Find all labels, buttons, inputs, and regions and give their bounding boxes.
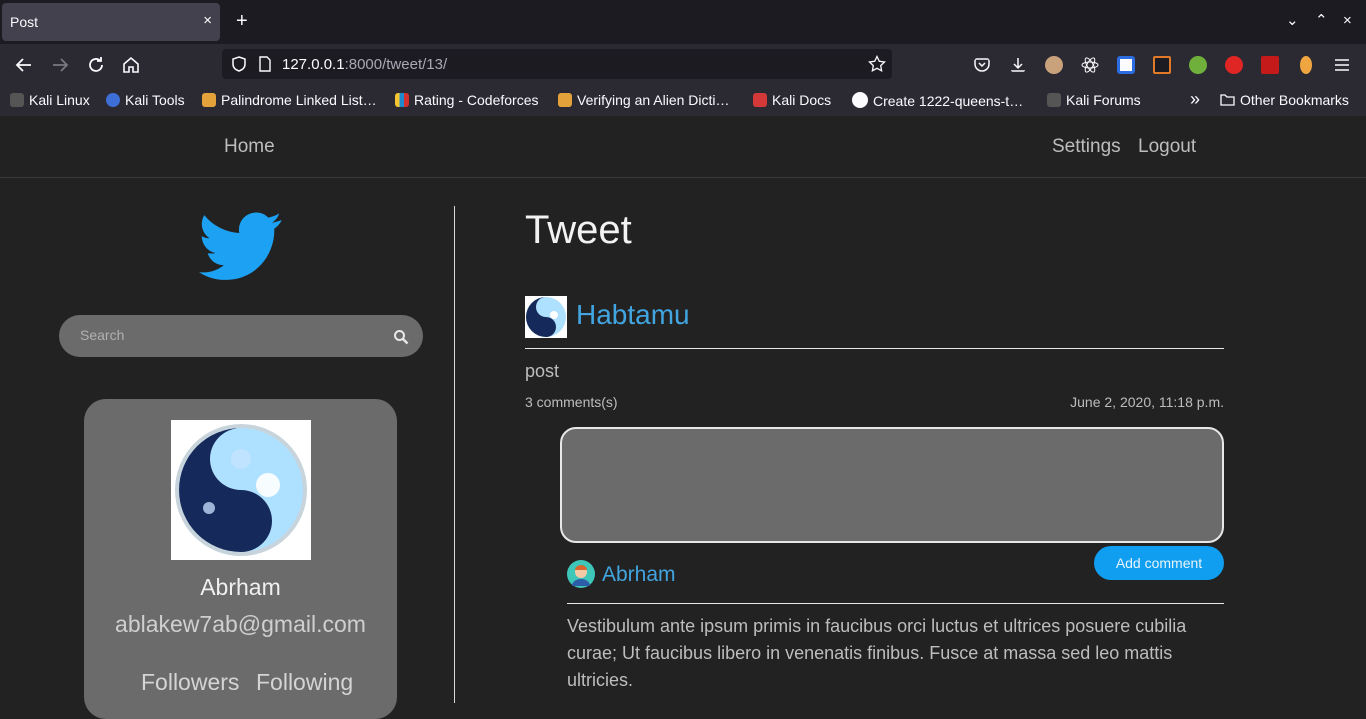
bookmark-star-icon[interactable] (868, 55, 886, 73)
url-text[interactable]: 127.0.0.1:8000/tweet/13/ (282, 56, 447, 73)
browser-tab[interactable]: Post × (2, 3, 220, 41)
menu-hamburger-icon[interactable] (1333, 56, 1351, 74)
tweet-text: post (525, 361, 560, 381)
other-bookmarks-label: Other Bookmarks (1240, 92, 1349, 108)
adblock-icon[interactable] (1225, 56, 1243, 74)
comment-text: Vestibulum ante ipsum primis in faucibus… (567, 616, 1187, 690)
bookmarks-bar: Kali Linux Kali Tools Palindrome Linked … (0, 86, 1366, 116)
tweet-author-avatar[interactable] (525, 296, 567, 338)
extension-square-icon[interactable] (1117, 56, 1135, 74)
comment-author-name[interactable]: Abrham (602, 563, 676, 587)
close-window-icon[interactable]: × (1343, 12, 1352, 30)
twitter-bird-logo-icon[interactable] (198, 212, 284, 282)
maximize-icon[interactable]: ⌃ (1315, 12, 1328, 30)
divider (525, 348, 1224, 349)
bookmark-label: Palindrome Linked List… (221, 92, 377, 108)
profile-email: ablakew7ab@gmail.com (115, 611, 366, 637)
comment-textarea[interactable] (560, 427, 1224, 543)
web-page: Home Settings Logout Search Abrham ablak… (0, 116, 1366, 719)
lighthouse-icon[interactable] (1153, 56, 1171, 74)
profile-avatar[interactable] (171, 420, 311, 560)
nav-logout-link[interactable]: Logout (1138, 136, 1196, 158)
url-path: :8000/tweet/13/ (344, 56, 448, 73)
extension-red-icon[interactable] (1261, 56, 1279, 74)
reload-icon[interactable] (85, 54, 107, 76)
downloads-icon[interactable] (1009, 56, 1027, 74)
followers-link[interactable]: Followers (141, 669, 239, 696)
bookmark-kali-tools[interactable]: Kali Tools (106, 92, 185, 110)
extension-owl-icon[interactable] (1045, 56, 1063, 74)
kali-docs-icon (753, 93, 767, 107)
leetcode-icon (202, 93, 216, 107)
tab-title: Post (10, 14, 39, 30)
tracking-shield-icon[interactable] (230, 55, 248, 73)
bookmark-label: Kali Tools (125, 92, 185, 108)
following-link[interactable]: Following (256, 669, 353, 696)
bookmark-palindrome[interactable]: Palindrome Linked List… (202, 92, 377, 110)
other-bookmarks[interactable]: Other Bookmarks (1220, 92, 1349, 110)
bookmark-label: Kali Docs (772, 92, 832, 108)
back-arrow-icon[interactable] (13, 54, 35, 76)
sidebar-divider (454, 206, 455, 703)
tab-close-icon[interactable]: × (203, 13, 212, 29)
profile-name: Abrham (200, 574, 281, 600)
page-info-icon[interactable] (257, 56, 273, 72)
site-navbar: Home Settings Logout (0, 116, 1366, 178)
yin-yang-sky-avatar-icon (526, 297, 566, 337)
bookmark-github[interactable]: Create 1222-queens-t… (852, 92, 1023, 110)
bookmarks-overflow-icon[interactable]: » (1190, 89, 1200, 109)
kali-dragon-icon (10, 93, 24, 107)
extension-plus-icon[interactable] (1189, 56, 1207, 74)
nav-settings-link[interactable]: Settings (1052, 136, 1121, 158)
extension-bulb-icon[interactable] (1300, 56, 1312, 74)
bookmark-alien-dictionary[interactable]: Verifying an Alien Dicti… (558, 92, 730, 110)
bookmark-kali-linux[interactable]: Kali Linux (10, 92, 90, 110)
bookmark-kali-docs[interactable]: Kali Docs (753, 92, 831, 110)
leetcode-icon (558, 93, 572, 107)
nav-home-link[interactable]: Home (224, 136, 275, 158)
codeforces-icon (395, 93, 409, 107)
pocket-icon[interactable] (973, 56, 991, 74)
kali-forums-icon (1047, 93, 1061, 107)
folder-icon (1220, 94, 1235, 106)
bookmark-label: Kali Linux (29, 92, 90, 108)
search-bar[interactable]: Search (59, 315, 423, 357)
add-comment-button[interactable]: Add comment (1094, 546, 1224, 580)
page-title: Tweet (525, 208, 632, 252)
bookmark-label: Kali Forums (1066, 92, 1141, 108)
browser-tabbar: Post × + ⌄ ⌃ × (0, 0, 1366, 44)
browser-navbar: 127.0.0.1:8000/tweet/13/ (0, 44, 1366, 86)
search-input[interactable]: Search (80, 327, 124, 343)
new-tab-icon[interactable]: + (236, 11, 248, 31)
url-host: 127.0.0.1 (282, 56, 345, 73)
forward-arrow-icon[interactable] (49, 54, 71, 76)
bookmark-kali-forums[interactable]: Kali Forums (1047, 92, 1141, 110)
bookmark-label: Rating - Codeforces (414, 92, 539, 108)
profile-card: Abrham ablakew7ab@gmail.com Followers Fo… (84, 399, 397, 719)
commenter-avatar-icon[interactable] (567, 560, 595, 588)
tweet-timestamp: June 2, 2020, 11:18 p.m. (1070, 394, 1224, 410)
bookmark-codeforces[interactable]: Rating - Codeforces (395, 92, 539, 110)
list-tabs-icon[interactable]: ⌄ (1286, 12, 1299, 30)
divider (567, 603, 1224, 604)
github-icon (852, 92, 868, 108)
search-icon[interactable] (393, 329, 409, 345)
address-bar[interactable]: 127.0.0.1:8000/tweet/13/ (222, 49, 892, 79)
comments-count: 3 comments(s) (525, 394, 618, 410)
bookmark-label: Create 1222-queens-t… (873, 93, 1024, 109)
yin-yang-sky-avatar-icon (175, 424, 307, 556)
tweet-author-name[interactable]: Habtamu (576, 299, 690, 331)
bookmark-label: Verifying an Alien Dicti… (577, 92, 730, 108)
home-icon[interactable] (120, 54, 142, 76)
kali-tools-icon (106, 93, 120, 107)
react-devtools-icon[interactable] (1081, 56, 1099, 74)
